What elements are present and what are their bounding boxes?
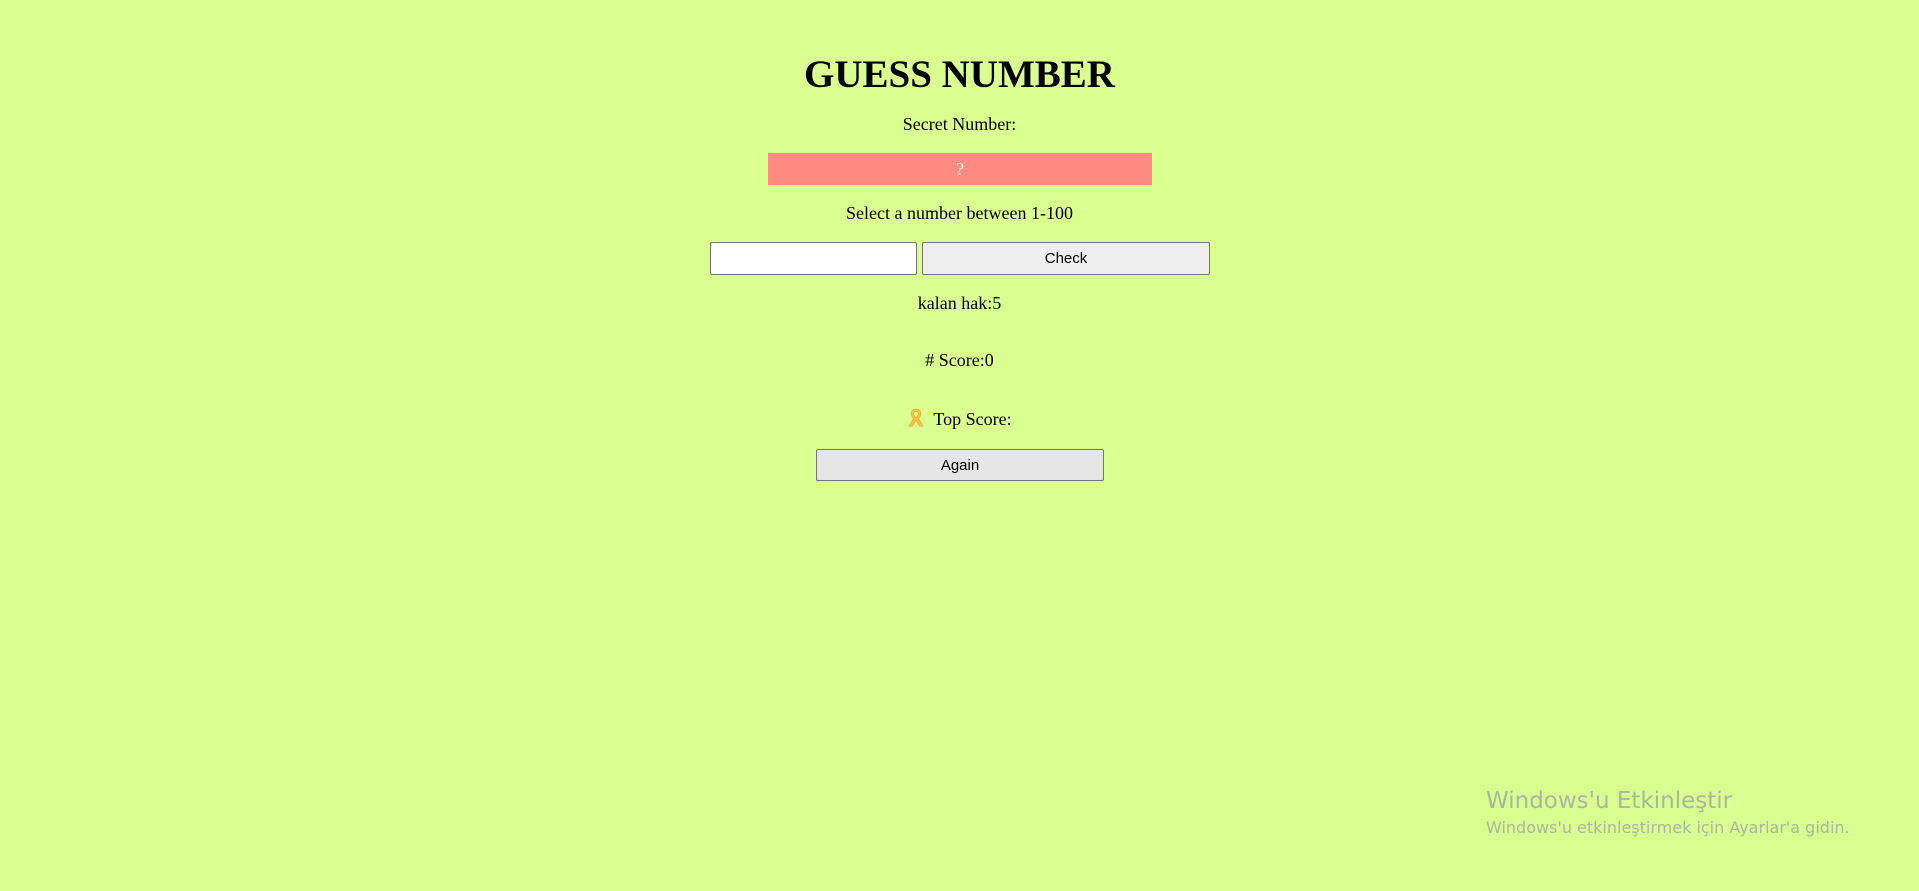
score-display: # Score:0 xyxy=(925,350,994,370)
secret-number-box: ? xyxy=(768,153,1152,185)
check-button[interactable]: Check xyxy=(922,242,1210,275)
page-title: GUESS NUMBER xyxy=(804,53,1115,96)
guess-input[interactable] xyxy=(710,242,917,275)
watermark-title: Windows'u Etkinleştir xyxy=(1486,788,1733,814)
top-score-display: Top Score: xyxy=(0,408,1919,430)
again-button[interactable]: Again xyxy=(816,449,1104,481)
watermark-subtitle: Windows'u etkinleştirmek için Ayarlar'a … xyxy=(1486,818,1850,837)
secret-number-label: Secret Number: xyxy=(902,114,1017,134)
range-instruction: Select a number between 1-100 xyxy=(846,203,1073,223)
reminder-ribbon-icon xyxy=(907,408,925,428)
windows-activation-watermark: Windows'u Etkinleştir Windows'u etkinleş… xyxy=(1486,786,1850,840)
top-score-label: Top Score: xyxy=(933,409,1012,429)
remaining-attempts: kalan hak:5 xyxy=(917,293,1002,313)
